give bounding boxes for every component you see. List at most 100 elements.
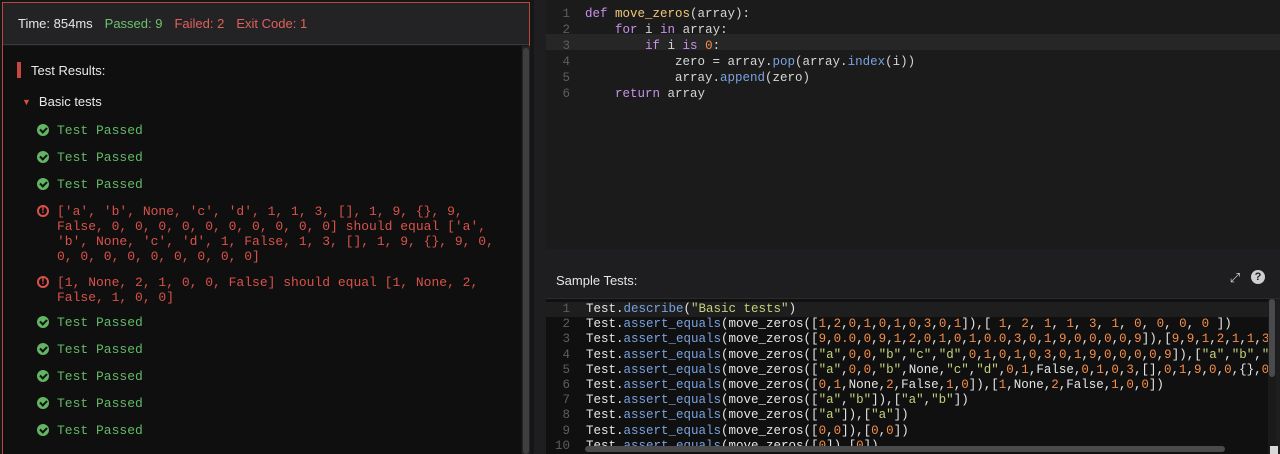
line-number: 9: [562, 423, 570, 438]
code-token: (move_zeros([: [721, 378, 819, 392]
code-token: (: [683, 302, 692, 316]
code-token: ]): [893, 408, 909, 423]
check-circle-icon: [37, 343, 49, 355]
code-token: 3: [1089, 317, 1097, 332]
code-token: 0: [1119, 347, 1127, 362]
code-token: ]),[: [841, 423, 872, 438]
code-token: ]),[: [841, 408, 872, 423]
code-token: 2: [886, 378, 894, 392]
expand-icon[interactable]: ⤢: [1229, 271, 1241, 284]
caret-down-icon[interactable]: ▼: [22, 97, 31, 107]
results-scrollbar-thumb[interactable]: [523, 48, 529, 454]
sample-tests-vscroll-thumb[interactable]: [1269, 299, 1275, 377]
code-token: ]): [1209, 317, 1232, 332]
exit-code: Exit Code: 1: [236, 16, 308, 31]
alert-circle-icon: !: [37, 205, 49, 217]
code-token: ,: [826, 423, 834, 438]
test-passed-item: Test Passed: [37, 369, 143, 384]
line-number: 6: [562, 378, 570, 392]
code-token: Test.: [586, 317, 624, 332]
code-token: 1: [1043, 332, 1052, 347]
code-text: for i in array:: [585, 22, 728, 38]
results-scrollbar[interactable]: [522, 46, 530, 454]
code-token: ,: [1239, 332, 1247, 347]
code-token: ,: [886, 317, 894, 332]
line-number: 2: [562, 317, 570, 332]
code-token: 0: [1134, 317, 1142, 332]
code-token: ,: [931, 332, 939, 347]
code-token: ]): [893, 423, 909, 438]
code-token: 1: [1111, 317, 1120, 332]
code-token: array.: [585, 71, 721, 85]
solution-editor[interactable]: 1 def move_zeros(array): 2 for i in array:…: [546, 0, 1280, 249]
code-token: ,: [1051, 317, 1067, 332]
code-token: ,: [1006, 347, 1014, 362]
code-token: ,: [1126, 347, 1135, 362]
sample-tests-panel: Sample Tests: ⤢ ? 1 Test.describe("Basic …: [546, 261, 1280, 454]
code-token: 9: [1134, 332, 1142, 347]
code-token: ,: [1006, 317, 1022, 332]
code-token: ,: [1194, 332, 1202, 347]
code-token: ,: [1051, 347, 1059, 362]
code-token: append: [720, 71, 766, 85]
test-group-basic[interactable]: ▼ Basic tests: [22, 94, 102, 109]
code-token: describe: [623, 302, 684, 316]
code-token: "b": [878, 362, 902, 377]
code-token: assert_equals: [623, 332, 722, 347]
sample-tests-vscrollbar[interactable]: [1268, 299, 1276, 454]
code-token: ,: [961, 332, 969, 347]
code-token: ,: [1096, 317, 1112, 332]
code-token: ,: [931, 347, 939, 362]
results-header: Test Results:: [17, 62, 105, 78]
code-token: ,: [1171, 362, 1179, 377]
code-token: ,: [1028, 317, 1044, 332]
code-text: Test.assert_equals(move_zeros([0,1,None,…: [586, 378, 1164, 393]
code-token: ]),[: [871, 393, 902, 408]
code-text: array.append(zero): [585, 70, 810, 86]
test-passed-item: Test Passed: [37, 423, 143, 438]
code-token: ,: [1036, 332, 1044, 347]
code-token: ]),[: [968, 378, 999, 392]
help-icon[interactable]: ?: [1251, 270, 1265, 284]
code-text: Test.assert_equals(move_zeros(["a",0,0,"…: [586, 363, 1268, 378]
check-circle-icon: [37, 424, 49, 436]
line-number: 4: [562, 55, 570, 69]
code-text: Test.describe("Basic tests"): [586, 302, 796, 317]
test-passed-item: Test Passed: [37, 342, 143, 357]
code-token: ,: [946, 317, 954, 332]
alert-circle-icon: !: [37, 276, 49, 288]
code-token: ,: [841, 317, 849, 332]
code-token: ]),[: [1141, 332, 1172, 347]
code-token: ,: [841, 347, 849, 362]
code-token: array:: [682, 23, 728, 37]
code-token: 1: [1021, 362, 1029, 377]
test-group-label: Basic tests: [38, 94, 102, 109]
test-result-text: Test Passed: [57, 150, 143, 165]
code-token: ,None,: [841, 378, 887, 392]
sample-tests-hscrollbar[interactable]: [585, 446, 1225, 452]
run-status-bar: Time: 854ms Passed: 9 Failed: 2 Exit Cod…: [3, 3, 529, 45]
code-token: 0: [1179, 317, 1187, 332]
code-text: Test.assert_equals(move_zeros(["a"]),["a…: [586, 408, 909, 423]
code-token: ,: [1074, 317, 1090, 332]
code-token: move_zeros: [615, 7, 691, 21]
check-circle-icon: [37, 178, 49, 190]
test-result-text: Test Passed: [57, 423, 143, 438]
code-token: 0: [1074, 332, 1082, 347]
code-token: ,False,: [1028, 362, 1082, 377]
code-token: "c": [908, 347, 932, 362]
code-token: ,: [1036, 347, 1044, 362]
code-token: "a": [818, 347, 842, 362]
test-result-text: Test Passed: [57, 342, 143, 357]
code-token: ,: [976, 347, 984, 362]
code-token: (move_zeros([: [721, 362, 819, 377]
code-token: for: [615, 23, 646, 37]
code-token: (zero): [765, 71, 811, 85]
sample-tests-editor[interactable]: 1 Test.describe("Basic tests") 2 Test.asser…: [546, 299, 1268, 454]
code-token: ,: [1209, 332, 1217, 347]
code-token: ,: [1096, 347, 1105, 362]
code-text: if i is 0:: [585, 38, 720, 54]
code-token: ,: [1066, 347, 1074, 362]
code-token: ,: [916, 317, 924, 332]
